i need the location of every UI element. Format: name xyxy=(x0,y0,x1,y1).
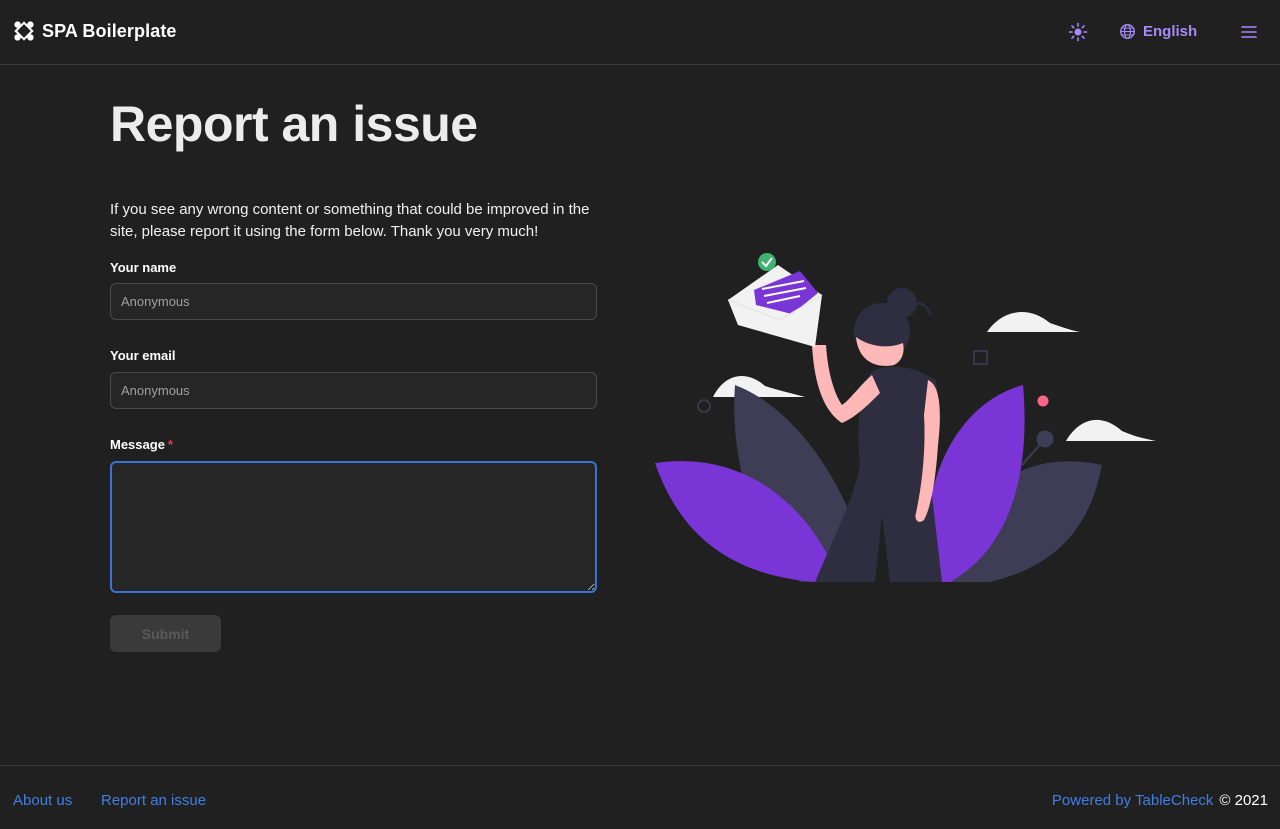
message-field-label-group: Message * xyxy=(110,437,173,452)
email-input[interactable] xyxy=(110,372,597,409)
powered-by-link[interactable]: Powered by TableCheck xyxy=(1052,792,1213,809)
footer-link-report-issue[interactable]: Report an issue xyxy=(101,792,206,809)
brand-name: SPA Boilerplate xyxy=(42,20,177,41)
submit-button[interactable]: Submit xyxy=(110,615,221,652)
email-field-label: Your email xyxy=(110,348,176,363)
footer-link-about-us[interactable]: About us xyxy=(13,792,72,809)
footer-credits: Powered by TableCheck © 2021 xyxy=(1052,792,1268,809)
sun-icon[interactable] xyxy=(1068,22,1088,42)
name-input[interactable] xyxy=(110,283,597,320)
hamburger-menu-icon[interactable] xyxy=(1241,25,1257,39)
globe-icon xyxy=(1120,24,1135,39)
footer: About us Report an issue Powered by Tabl… xyxy=(0,765,1280,829)
page-title: Report an issue xyxy=(110,96,478,152)
name-field-label: Your name xyxy=(110,260,177,275)
language-label: English xyxy=(1143,23,1198,40)
woman-holding-envelope-illustration xyxy=(655,253,1156,582)
required-mark: * xyxy=(167,437,173,452)
copyright-text: © 2021 xyxy=(1219,792,1268,809)
message-textarea[interactable] xyxy=(110,461,597,593)
top-navbar: SPA Boilerplate English xyxy=(0,0,1280,65)
message-field-label: Message xyxy=(110,437,165,452)
intro-text: If you see any wrong content or somethin… xyxy=(110,201,590,240)
brand-link[interactable]: SPA Boilerplate xyxy=(13,20,177,42)
network-logo-icon xyxy=(14,21,34,41)
language-selector[interactable]: English xyxy=(1119,23,1197,40)
